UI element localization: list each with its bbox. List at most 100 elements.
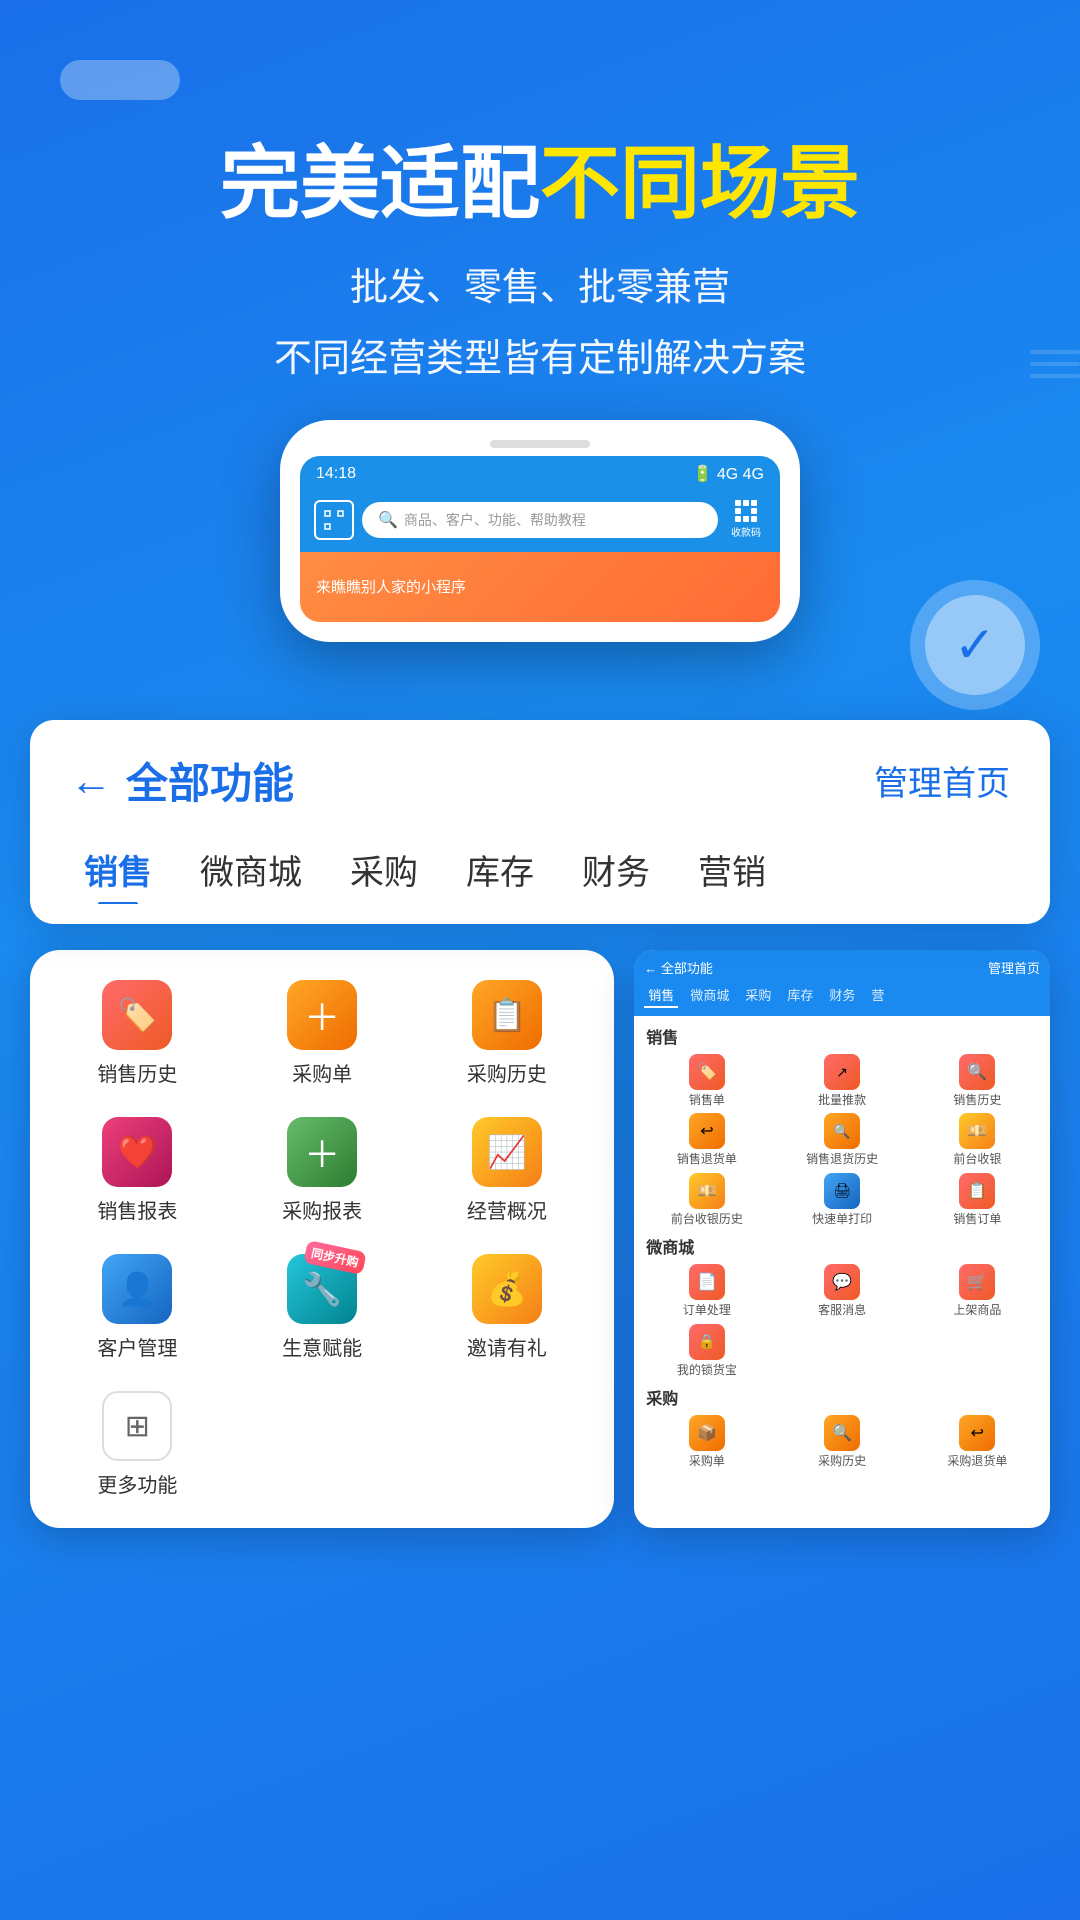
scan-icon[interactable] [314,500,354,540]
mini-purchase-title: 采购 [646,1385,1038,1409]
feature-item-customer-mgmt[interactable]: 👤 客户管理 [50,1244,225,1371]
qr-icon[interactable]: 收款码 [726,500,766,540]
mini-sales-order-icon: 🏷️ [689,1054,725,1090]
invite-icon-wrap: 💰 [472,1254,542,1324]
panel-back[interactable]: ← 全部功能 [70,750,294,811]
status-bar [60,60,1020,100]
mini-cashier-label: 前台收银 [953,1152,1001,1166]
mini-item-cashier-hist[interactable]: 💴 前台收银历史 [642,1173,771,1226]
mini-po-hist-label: 采购历史 [818,1454,866,1468]
tab-micro-shop[interactable]: 微商城 [176,835,326,904]
mini-cashier-hist-icon: 💴 [689,1173,725,1209]
phone-search-bar: 🔍 商品、客户、功能、帮助教程 收款码 [300,492,780,552]
sales-report-icon: ❤️ [102,1117,172,1187]
left-phone: 🏷️ 销售历史 ＋ 采购单 📋 采购历史 ❤️ [30,950,614,1528]
mini-order-process-label: 订单处理 [683,1303,731,1317]
mini-tab-inventory[interactable]: 库存 [783,983,817,1008]
mini-po-return-icon: ↩ [959,1415,995,1451]
mini-sales-sub-icon: 📋 [959,1173,995,1209]
tab-sales[interactable]: 销售 [60,835,176,904]
mini-lock-treasure-label: 我的锁货宝 [677,1363,737,1377]
purchase-order-icon: ＋ [287,980,357,1050]
mini-item-cashier[interactable]: 💴 前台收银 [913,1113,1042,1166]
hero-subtitle-2: 不同经营类型皆有定制解决方案 [60,329,1020,390]
tab-inventory[interactable]: 库存 [442,835,558,904]
feature-item-purchase-order[interactable]: ＋ 采购单 [235,970,410,1097]
mini-item-batch-push[interactable]: ↗ 批量推款 [778,1054,907,1107]
mini-list-goods-label: 上架商品 [953,1303,1001,1317]
purchase-report-icon-wrap: ＋ [287,1117,357,1187]
tab-purchase[interactable]: 采购 [326,835,442,904]
mini-sales-return-label: 销售退货单 [677,1152,737,1166]
mini-item-quick-print[interactable]: 🖨 快速单打印 [778,1173,907,1226]
check-circle: ✓ [910,580,1040,710]
mini-item-lock-treasure[interactable]: 🔒 我的锁货宝 [642,1324,771,1377]
hero-title: 完美适配不同场景 [60,140,1020,228]
mini-tab-marketing[interactable]: 营 [867,983,888,1008]
sales-history-icon: 🏷️ [102,980,172,1050]
mini-po-return-label: 采购退货单 [947,1454,1007,1468]
feature-item-more[interactable]: ⊞ 更多功能 [50,1381,225,1508]
mini-tab-micro[interactable]: 微商城 [686,983,733,1008]
function-panel: ← 全部功能 管理首页 销售 微商城 采购 库存 财务 营销 [30,720,1050,924]
customer-mgmt-icon: 👤 [102,1254,172,1324]
mini-po-label: 采购单 [689,1454,725,1468]
tab-marketing[interactable]: 营销 [674,835,790,904]
tab-finance[interactable]: 财务 [558,835,674,904]
mini-sales-return-hist-icon: 🔍 [824,1113,860,1149]
mini-tab-finance[interactable]: 财务 [825,983,859,1008]
sales-report-icon-wrap: ❤️ [102,1117,172,1187]
mini-item-list-goods[interactable]: 🛒 上架商品 [913,1264,1042,1317]
mini-item-sales-subscription[interactable]: 📋 销售订单 [913,1173,1042,1226]
search-input-mock[interactable]: 🔍 商品、客户、功能、帮助教程 [362,502,718,538]
mini-item-po-hist[interactable]: 🔍 采购历史 [778,1415,907,1468]
business-overview-icon-wrap: 📈 [472,1117,542,1187]
feature-item-business-overview[interactable]: 📈 经营概况 [420,1107,595,1234]
feature-item-sales-history[interactable]: 🏷️ 销售历史 [50,970,225,1097]
hero-title-white: 完美适配 [220,139,540,228]
mini-batch-push-label: 批量推款 [818,1093,866,1107]
qr-label: 收款码 [731,524,761,539]
business-overview-icon: 📈 [472,1117,542,1187]
mini-item-sales-return-hist[interactable]: 🔍 销售退货历史 [778,1113,907,1166]
mini-sales-title: 销售 [646,1024,1038,1048]
sales-report-label: 销售报表 [97,1195,177,1224]
mini-item-po[interactable]: 📦 采购单 [642,1415,771,1468]
feature-item-invite[interactable]: 💰 邀请有礼 [420,1244,595,1371]
panel-title: 全部功能 [126,750,294,811]
purchase-report-label: 采购报表 [282,1195,362,1224]
phone-banner: 来瞧瞧别人家的小程序 [300,552,780,622]
mini-microshop-title: 微商城 [646,1234,1038,1258]
mini-list-goods-icon: 🛒 [959,1264,995,1300]
check-inner: ✓ [925,595,1025,695]
hero-subtitle-1: 批发、零售、批零兼营 [60,258,1020,319]
mini-item-sales-hist[interactable]: 🔍 销售历史 [913,1054,1042,1107]
back-arrow-icon: ← [70,757,112,805]
mini-tab-purchase[interactable]: 采购 [741,983,775,1008]
feature-item-sales-report[interactable]: ❤️ 销售报表 [50,1107,225,1234]
sales-history-label: 销售历史 [97,1058,177,1087]
feature-item-biz-boost[interactable]: 🔧 同步升购 生意赋能 [235,1244,410,1371]
mini-tab-sales[interactable]: 销售 [644,983,678,1008]
mini-item-po-return[interactable]: ↩ 采购退货单 [913,1415,1042,1468]
mini-po-hist-icon: 🔍 [824,1415,860,1451]
purchase-history-icon: 📋 [472,980,542,1050]
mini-manage[interactable]: 管理首页 [988,958,1040,977]
mini-customer-msg-icon: 💬 [824,1264,860,1300]
purchase-report-icon: ＋ [287,1117,357,1187]
feature-item-purchase-report[interactable]: ＋ 采购报表 [235,1107,410,1234]
panel-manage[interactable]: 管理首页 [874,756,1010,805]
right-phone: ← 全部功能 管理首页 销售 微商城 采购 库存 财务 营 销售 🏷️ 销售单 … [634,950,1050,1528]
mini-item-sales-return[interactable]: ↩ 销售退货单 [642,1113,771,1166]
mini-tabs: 销售 微商城 采购 库存 财务 营 [644,983,1040,1008]
mini-sales-return-icon: ↩ [689,1113,725,1149]
mini-back[interactable]: ← 全部功能 [644,958,713,977]
mini-order-process-icon: 📄 [689,1264,725,1300]
business-overview-label: 经营概况 [467,1195,547,1224]
mini-item-customer-msg[interactable]: 💬 客服消息 [778,1264,907,1317]
phone-status-bar: 14:18 🔋 4G 4G [300,456,780,492]
mini-item-sales-order[interactable]: 🏷️ 销售单 [642,1054,771,1107]
feature-item-purchase-history[interactable]: 📋 采购历史 [420,970,595,1097]
mini-item-order-process[interactable]: 📄 订单处理 [642,1264,771,1317]
mini-sales-order-label: 销售单 [689,1093,725,1107]
